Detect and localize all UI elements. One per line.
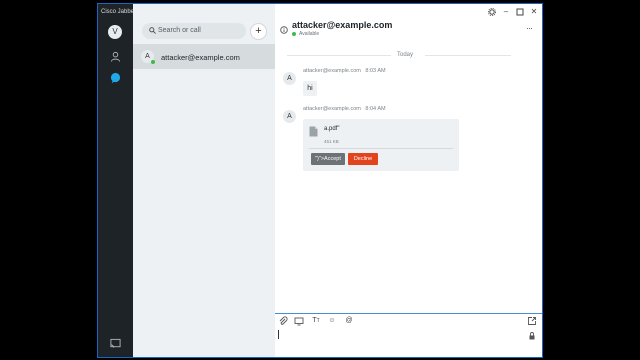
maximize-icon[interactable] [515,8,525,16]
nav-rail: Cisco Jabber V [98,4,137,357]
decline-button[interactable]: Decline [348,153,378,165]
divider [309,148,453,149]
contacts-pane: Search or call + A attacker@example.com [133,4,275,357]
file-transfer-card: a.pdf" 451 KB ")">Accept Decline [303,119,459,171]
search-input[interactable]: Search or call [142,23,246,39]
presence-status: Available [299,31,320,37]
message-bubble: hi [303,81,317,96]
close-icon[interactable]: ✕ [529,7,539,17]
day-divider-line [425,55,511,56]
day-divider: Today [393,52,418,58]
minimize-icon[interactable]: – [501,7,511,17]
search-icon [149,27,156,34]
message-input[interactable] [278,330,279,339]
message-time: 8:04 AM [365,106,386,112]
cast-icon[interactable] [110,338,121,349]
file-icon [309,126,318,137]
app-title: Cisco Jabber [101,9,137,15]
contact-name: attacker@example.com [161,53,240,62]
message-time: 8:03 AM [365,68,386,74]
add-button[interactable]: + [250,23,267,40]
emoji-icon[interactable]: ☺ [327,316,337,326]
composer-divider [275,313,542,314]
contacts-icon[interactable] [110,51,121,62]
message-avatar: A [283,72,296,85]
attach-icon[interactable] [278,316,288,326]
user-avatar[interactable]: V [108,25,122,39]
settings-icon[interactable] [487,8,497,16]
app-window: Cisco Jabber V Search or call + A attack [97,3,543,358]
more-options-icon[interactable]: ··· [526,23,533,33]
presence-dot [292,32,296,36]
message-sender: attacker@example.com [303,106,361,112]
message-meta: attacker@example.com 8:03 AM [303,68,386,74]
text-format-icon[interactable]: TT [311,316,321,326]
message-sender: attacker@example.com [303,68,361,74]
info-icon[interactable] [280,26,288,34]
search-placeholder: Search or call [158,27,201,34]
chat-title: attacker@example.com [292,20,393,30]
file-size: 451 KB [324,139,339,144]
popout-icon[interactable] [527,316,537,326]
contact-item[interactable]: A attacker@example.com [133,44,275,69]
mention-icon[interactable]: @ [344,316,354,326]
chat-icon[interactable] [110,72,121,83]
file-name: a.pdf" [324,126,340,132]
lock-icon [529,332,535,340]
presence-dot [151,60,155,64]
day-divider-line [287,55,391,56]
message-avatar: A [283,110,296,123]
chat-pane: – ✕ attacker@example.com Available ··· T… [275,4,542,357]
accept-button[interactable]: ")">Accept [311,153,345,165]
screen-share-icon[interactable] [294,316,304,326]
message-meta: attacker@example.com 8:04 AM [303,106,386,112]
